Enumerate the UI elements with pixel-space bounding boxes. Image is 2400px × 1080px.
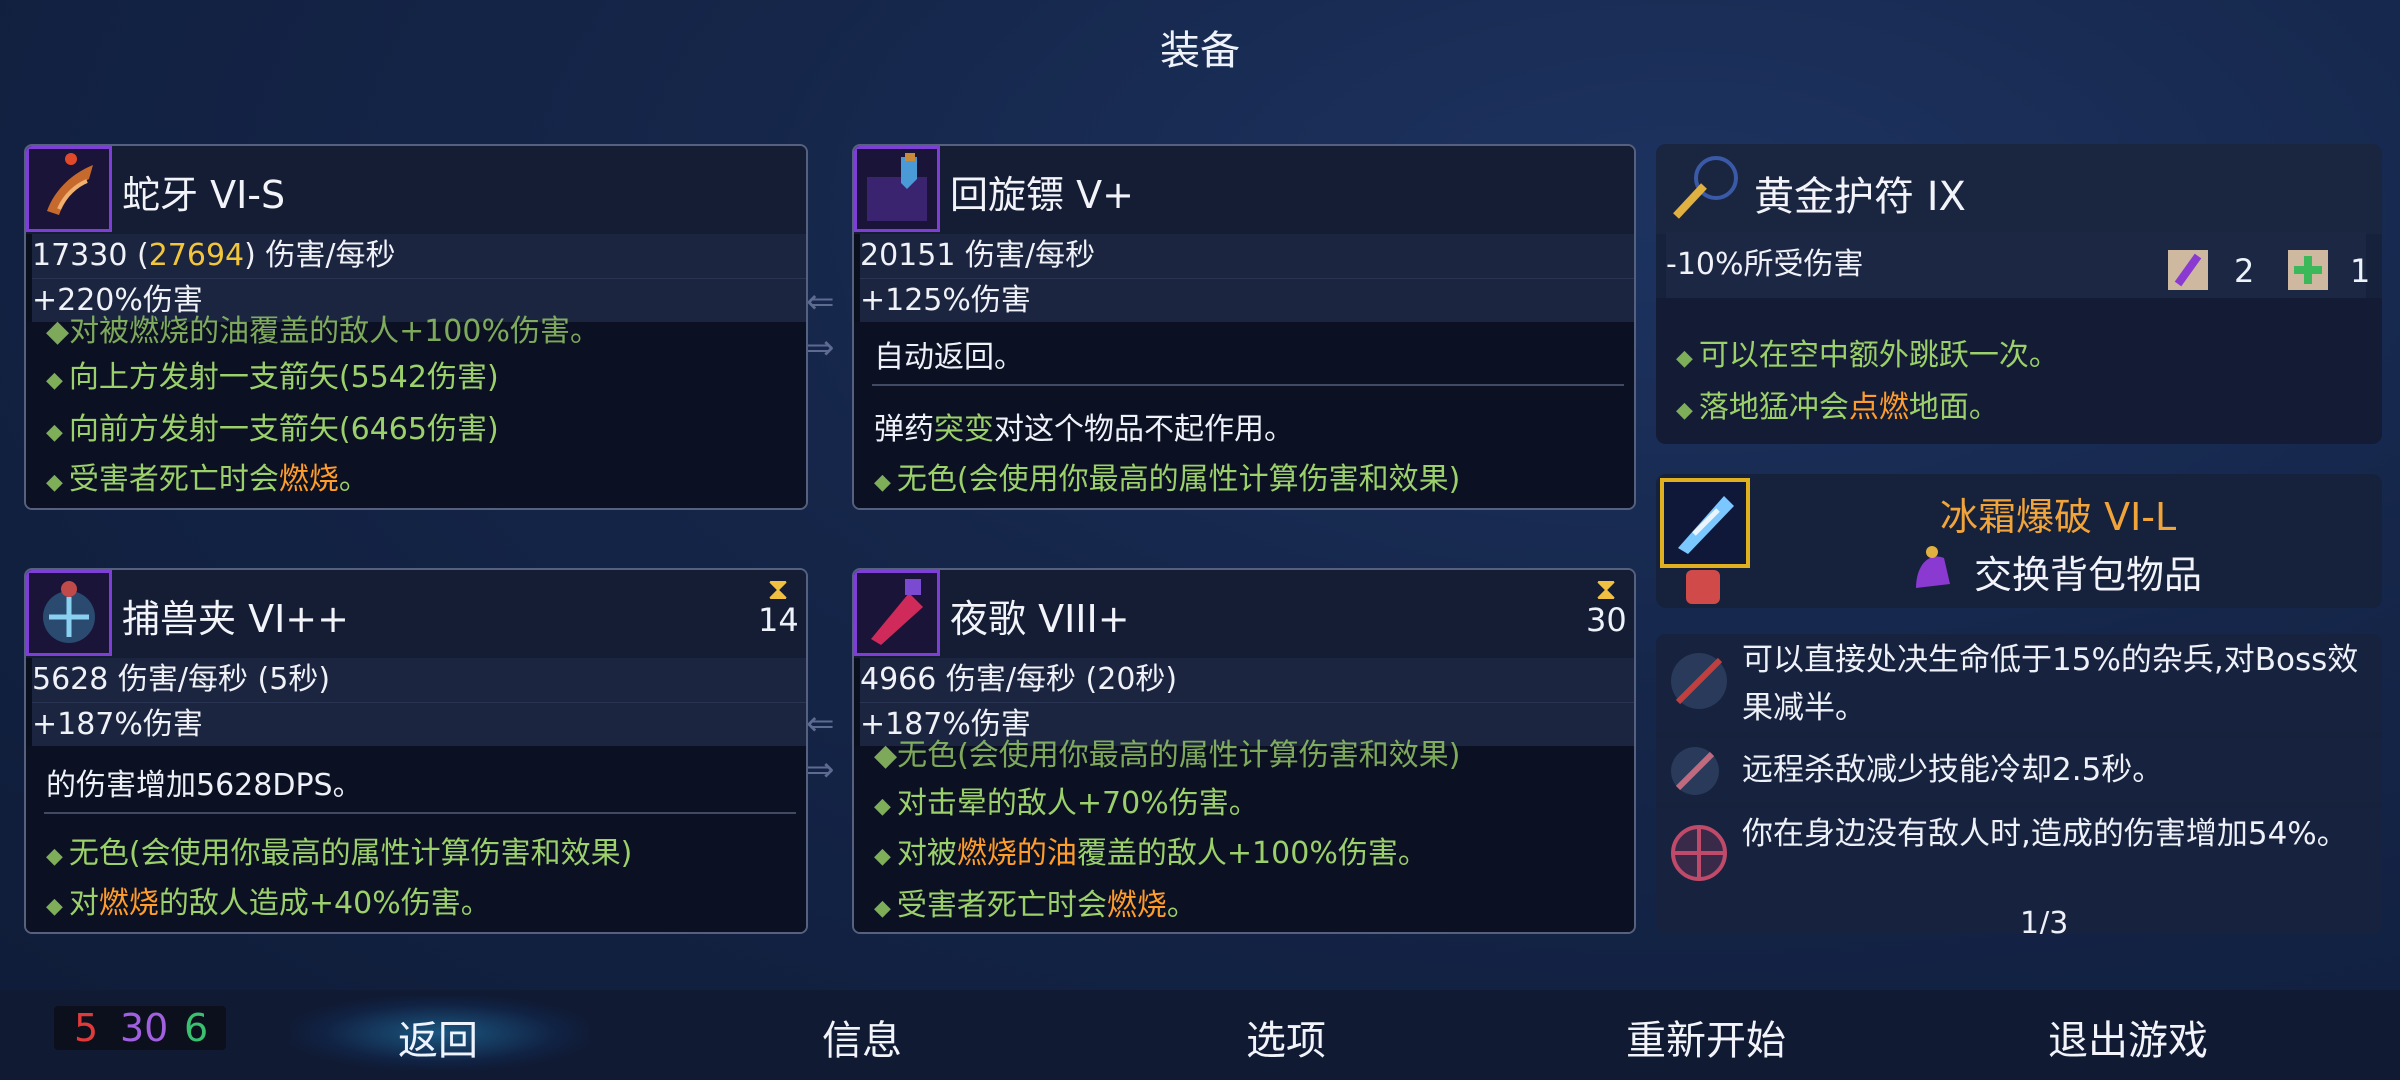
bear-trap-icon xyxy=(26,570,112,656)
mutation-text: 远程杀敌减少技能冷却2.5秒。 xyxy=(1742,752,2164,788)
page-title: 装备 xyxy=(1160,28,1240,74)
divider xyxy=(44,812,796,814)
skill-card-trap[interactable]: 捕兽夹 VI++ ⧗ 14 5628 伤害/每秒 (5秒) +187%伤害 的伤… xyxy=(24,568,808,934)
snake-fang-icon xyxy=(26,146,112,232)
crosshair-icon xyxy=(1664,818,1734,888)
survival-stat: 6 xyxy=(184,1006,209,1050)
options-button[interactable]: 选项 xyxy=(1246,1008,1326,1066)
effect-line: ◆ 对燃烧的敌人造成+40%伤害。 xyxy=(46,886,491,921)
mutation-text: 你在身边没有敌人时,造成的伤害增加54%。 xyxy=(1742,816,2348,852)
skill-card-nightsong[interactable]: 夜歌 VIII+ ⧗ 30 4966 伤害/每秒 (20秒) +187%伤害 ◆… xyxy=(852,568,1636,934)
item-name: 蛇牙 VI-S xyxy=(122,173,286,217)
cooldown-indicator: ⧗ 14 xyxy=(758,572,799,639)
effect-line: ◆ 对击晕的敌人+70%伤害。 xyxy=(874,786,1259,821)
scroll-purple-icon xyxy=(2162,244,2214,296)
effect-line: ◆ 无色(会使用你最高的属性计算伤害和效果) xyxy=(874,462,1461,497)
effect-line: ◆ 落地猛冲会点燃地面。 xyxy=(1676,390,1999,425)
dps-row: 5628 伤害/每秒 (5秒) xyxy=(32,658,806,702)
back-button[interactable]: 返回 xyxy=(398,1008,478,1066)
dps-row: 17330 (27694) 伤害/每秒 xyxy=(32,234,806,278)
nightsong-icon xyxy=(854,570,940,656)
swap-backpack-label[interactable]: 交换背包物品 xyxy=(1974,544,2202,599)
mutation-row[interactable]: 远程杀敌减少技能冷却2.5秒。 xyxy=(1656,738,2382,802)
item-name: 夜歌 VIII+ xyxy=(950,597,1130,641)
boomerang-icon xyxy=(854,146,940,232)
effect-line: ◆ 受害者死亡时会燃烧。 xyxy=(874,888,1197,923)
partial-line: ◆对被燃烧的油覆盖的敌人+100%伤害。 xyxy=(46,314,600,349)
amulet-name: 黄金护符 IX xyxy=(1754,174,1966,220)
swap-left-arrow: ⇐ xyxy=(806,282,835,322)
partial-line: ◆无色(会使用你最高的属性计算伤害和效果) xyxy=(874,738,1461,773)
frost-blast-icon xyxy=(1660,478,1750,568)
skull-icon xyxy=(1686,570,1720,604)
swap-left-arrow: ⇐ xyxy=(806,704,835,744)
amulet-icon xyxy=(1660,148,1744,232)
brutality-stat: 5 xyxy=(74,1006,99,1050)
swap-right-arrow: ⇒ xyxy=(806,328,835,368)
amulet-panel[interactable]: 黄金护符 IX -10%所受伤害 2 1 ◆ 可以在空中额外跳跃一次。 ◆ 落地猛冲… xyxy=(1656,144,2382,444)
effect-line: ◆ 受害者死亡时会燃烧。 xyxy=(46,462,369,497)
skill-swap-panel[interactable]: 冰霜爆破 VI-L 交换背包物品 xyxy=(1656,474,2382,608)
info-button[interactable]: 信息 xyxy=(822,1008,902,1066)
swap-right-arrow: ⇒ xyxy=(806,750,835,790)
quit-game-button[interactable]: 退出游戏 xyxy=(2048,1008,2208,1066)
mutation-text: 可以直接处决生命低于15%的杂兵,对Boss效果减半。 xyxy=(1742,642,2359,726)
bonus-row: +125%伤害 xyxy=(860,278,1634,323)
cooldown-indicator: ⧗ 30 xyxy=(1586,572,1627,639)
effect-line: ◆ 对被燃烧的油覆盖的敌人+100%伤害。 xyxy=(874,836,1428,871)
mutation-row[interactable]: 你在身边没有敌人时,造成的伤害增加54%。 1/3 xyxy=(1656,808,2382,934)
mutation-row[interactable]: 可以直接处决生命低于15%的杂兵,对Boss效果减半。 xyxy=(1656,634,2382,732)
effect-line: ◆ 可以在空中额外跳跃一次。 xyxy=(1676,338,2059,373)
stats-display: 5 30 6 xyxy=(54,1006,226,1050)
bottom-menu-bar: 5 30 6 返回 信息 选项 重新开始 退出游戏 xyxy=(0,990,2400,1080)
item-name: 捕兽夹 VI++ xyxy=(122,597,349,641)
dps-row: 4966 伤害/每秒 (20秒) xyxy=(860,658,1634,702)
effect-line: 自动返回。 xyxy=(874,340,1024,375)
skill-name: 冰霜爆破 VI-L xyxy=(1940,495,2177,539)
bonus-row: +187%伤害 xyxy=(32,702,806,747)
restart-button[interactable]: 重新开始 xyxy=(1626,1008,1786,1066)
effect-line: ◆ 无色(会使用你最高的属性计算伤害和效果) xyxy=(46,836,633,871)
scroll-green-icon xyxy=(2282,244,2334,296)
mutation-count: 1/3 xyxy=(2020,906,2069,934)
weapon-card-snake-fang[interactable]: 蛇牙 VI-S 17330 (27694) 伤害/每秒 +220%伤害 ◆对被燃… xyxy=(24,144,808,510)
backpack-icon xyxy=(1910,544,1954,592)
effect-line: ◆ 向上方发射一支箭矢(5542伤害) xyxy=(46,360,499,395)
tactics-stat: 30 xyxy=(120,1006,169,1050)
ranged-kill-icon xyxy=(1666,742,1724,800)
effect-line: 的伤害增加5628DPS。 xyxy=(46,768,363,803)
execute-icon xyxy=(1664,646,1734,716)
item-name: 回旋镖 V+ xyxy=(950,173,1134,217)
mutations-panel: 可以直接处决生命低于15%的杂兵,对Boss效果减半。 远程杀敌减少技能冷却2.… xyxy=(1656,634,2382,934)
divider xyxy=(872,384,1624,386)
dps-row: 20151 伤害/每秒 xyxy=(860,234,1634,278)
weapon-card-boomerang[interactable]: 回旋镖 V+ 20151 伤害/每秒 +125%伤害 自动返回。 弹药突变对这个… xyxy=(852,144,1636,510)
ammo-line: 弹药突变对这个物品不起作用。 xyxy=(874,412,1294,447)
effect-line: ◆ 向前方发射一支箭矢(6465伤害) xyxy=(46,412,499,447)
amulet-stat: -10%所受伤害 xyxy=(1666,232,2366,298)
